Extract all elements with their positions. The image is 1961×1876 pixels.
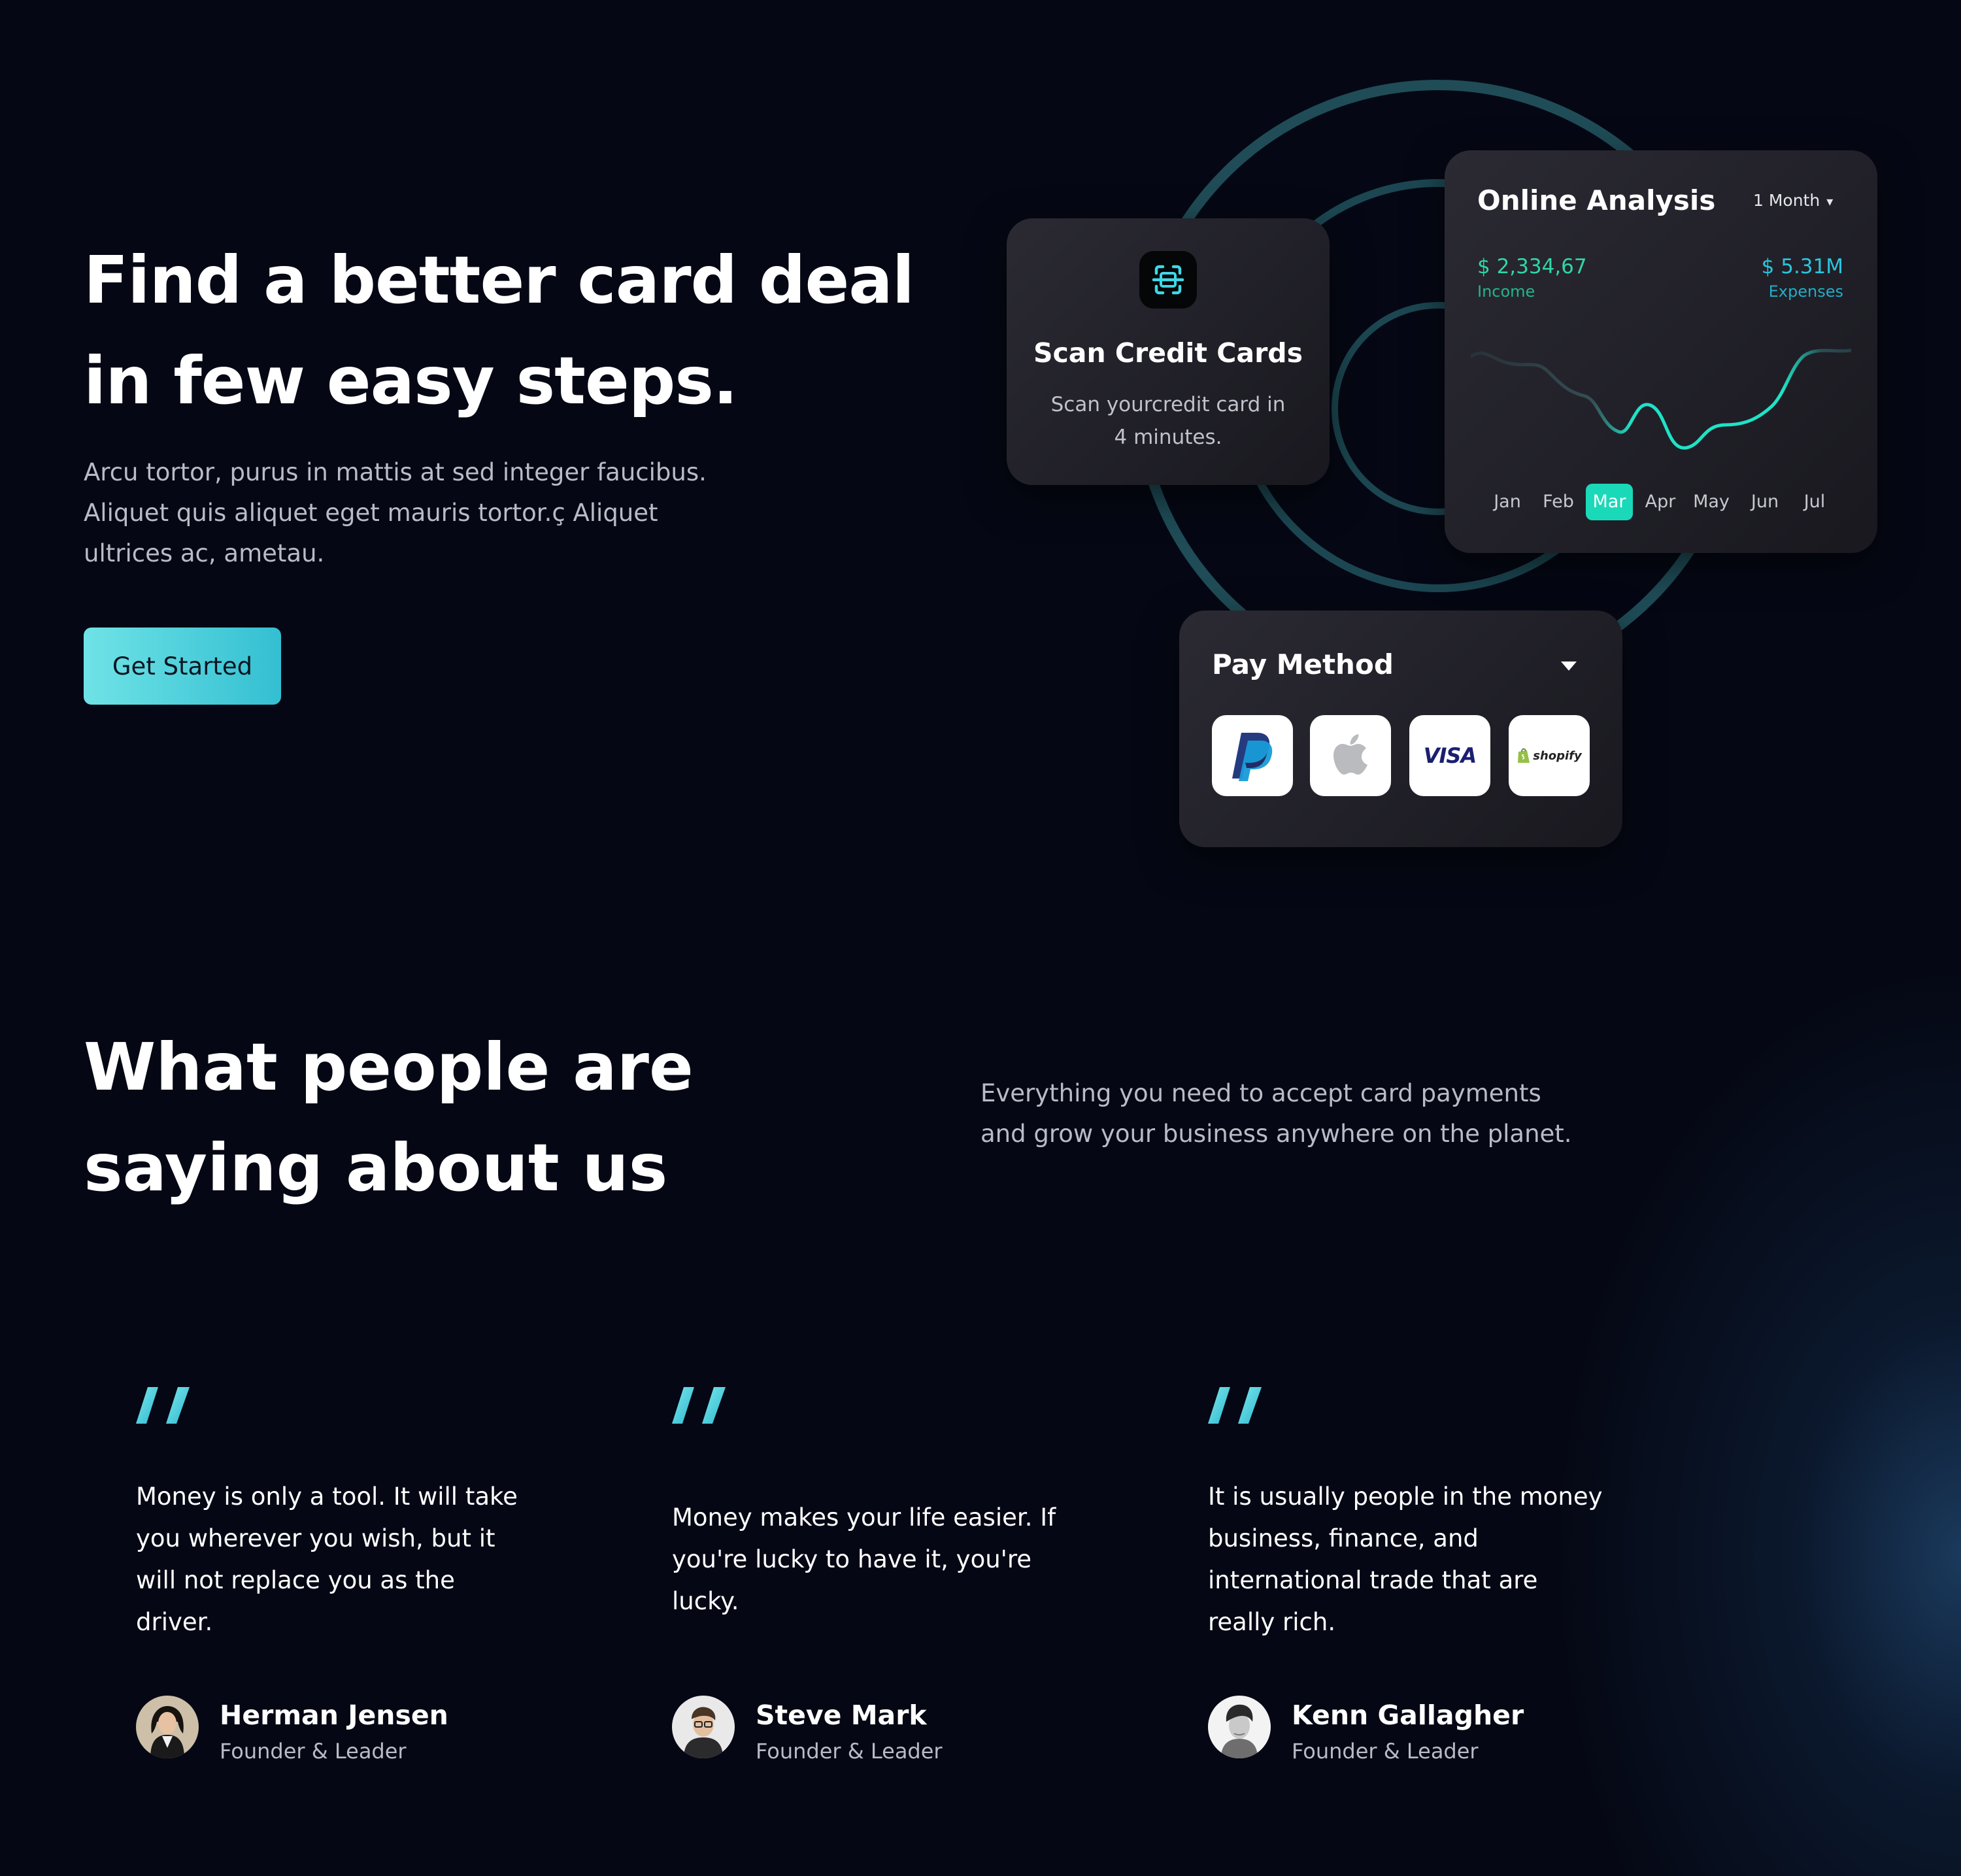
period-dropdown[interactable]: 1 Month ▾ (1753, 191, 1833, 210)
analysis-line-chart (1471, 348, 1851, 450)
testimonials-subtitle: Everything you need to accept card payme… (980, 1073, 1634, 1154)
testimonial-quote-2: Money makes your life easier. If you're … (672, 1497, 1077, 1622)
shopify-icon: shopify (1517, 747, 1582, 764)
quote-1-line-1: Money is only a tool. It will take (136, 1482, 518, 1511)
avatar-image-herman (136, 1696, 199, 1758)
month-mar[interactable]: Mar (1586, 484, 1633, 520)
paypal-icon (1232, 733, 1273, 781)
testimonials-title-line-2: saying about us (84, 1130, 668, 1206)
online-analysis-card: Online Analysis 1 Month ▾ $ 2,334,67 Inco… (1445, 150, 1877, 553)
analysis-line (1471, 348, 1851, 450)
scan-credit-cards-card: Scan Credit Cards Scan yourcredit card i… (1007, 218, 1330, 485)
shopify-wordmark: shopify (1533, 748, 1582, 763)
quote-3-line-1: It is usually people in the money (1208, 1482, 1603, 1511)
testimonials-title-line-1: What people are (84, 1029, 694, 1105)
pay-method-title: Pay Method (1212, 648, 1394, 680)
pay-method-dropdown-icon[interactable] (1561, 662, 1577, 671)
month-jan[interactable]: Jan (1484, 484, 1531, 520)
quote-icon (136, 1387, 190, 1424)
testimonial-quote-1: Money is only a tool. It will take you w… (136, 1476, 541, 1643)
hero-description-line-3: ultrices ac, ametau. (84, 539, 325, 567)
period-label: 1 Month (1753, 191, 1820, 210)
author-name-3[interactable]: Kenn Gallagher (1292, 1700, 1524, 1731)
avatar[interactable] (136, 1696, 199, 1758)
month-selector: Jan Feb Mar Apr May Jun Jul (1484, 484, 1850, 520)
month-apr[interactable]: Apr (1637, 484, 1684, 520)
quote-2-line-1: Money makes your life easier. If (672, 1503, 1056, 1532)
income-label: Income (1477, 282, 1535, 301)
month-feb[interactable]: Feb (1535, 484, 1582, 520)
author-role-2: Founder & Leader (756, 1739, 943, 1764)
analysis-title: Online Analysis (1477, 184, 1716, 216)
hero-description: Arcu tortor, purus in mattis at sed inte… (84, 452, 737, 574)
testimonial-quote-3: It is usually people in the money busine… (1208, 1476, 1613, 1643)
quote-icon (672, 1387, 726, 1424)
quote-3-line-2: business, finance, and (1208, 1524, 1479, 1552)
shopify-bag-icon (1518, 748, 1530, 763)
page: Find a better card deal in few easy step… (0, 0, 1961, 1876)
author-role-3: Founder & Leader (1292, 1739, 1479, 1764)
visa-icon: VISA (1423, 743, 1477, 768)
scan-card-subtitle-line-1: Scan yourcredit card in (1050, 393, 1286, 416)
scan-icon (1139, 251, 1197, 309)
month-jul[interactable]: Jul (1791, 484, 1838, 520)
avatar[interactable] (1208, 1696, 1271, 1758)
get-started-button[interactable]: Get Started (84, 628, 281, 705)
month-jun[interactable]: Jun (1741, 484, 1788, 520)
hero-title-line-2: in few easy steps. (84, 343, 738, 419)
author-name-2[interactable]: Steve Mark (756, 1700, 927, 1731)
hero-title: Find a better card deal in few easy step… (84, 230, 933, 431)
scan-card-subtitle-line-2: 4 minutes. (1114, 426, 1222, 449)
hero-description-line-1: Arcu tortor, purus in mattis at sed inte… (84, 458, 707, 486)
chevron-down-icon: ▾ (1826, 193, 1834, 209)
apple-icon (1333, 734, 1367, 775)
hero-title-line-1: Find a better card deal (84, 242, 914, 318)
author-role-1: Founder & Leader (220, 1739, 407, 1764)
avatar[interactable] (672, 1696, 735, 1758)
avatar-image-kenn (1208, 1696, 1271, 1758)
expenses-label: Expenses (1768, 282, 1843, 301)
visa-button[interactable]: VISA (1409, 715, 1490, 796)
avatar-image-steve (672, 1696, 735, 1758)
quote-3-line-3: international trade that are (1208, 1566, 1538, 1594)
hero-description-line-2: Aliquet quis aliquet eget mauris tortor.… (84, 499, 658, 527)
testimonials-title: What people are saying about us (84, 1017, 868, 1218)
quote-1-line-4: driver. (136, 1608, 213, 1636)
scan-card-title: Scan Credit Cards (1033, 337, 1303, 369)
paypal-button[interactable] (1212, 715, 1293, 796)
quote-1-line-3: will not replace you as the (136, 1566, 455, 1594)
quote-2-line-2: you're lucky to have it, you're (672, 1545, 1031, 1573)
quote-2-line-3: lucky. (672, 1587, 739, 1615)
shopify-button[interactable]: shopify (1509, 715, 1590, 796)
income-value: $ 2,334,67 (1477, 255, 1587, 278)
scan-card-subtitle: Scan yourcredit card in 4 minutes. (1033, 388, 1303, 454)
testimonials-subtitle-line-1: Everything you need to accept card payme… (980, 1079, 1541, 1107)
month-may[interactable]: May (1688, 484, 1735, 520)
quote-3-line-4: really rich. (1208, 1608, 1336, 1636)
quote-icon (1208, 1387, 1262, 1424)
quote-1-line-2: you wherever you wish, but it (136, 1524, 495, 1552)
apple-pay-button[interactable] (1310, 715, 1391, 796)
expenses-value: $ 5.31M (1761, 255, 1843, 278)
author-name-1[interactable]: Herman Jensen (220, 1700, 448, 1731)
pay-method-card: Pay Method VISA shopify (1179, 611, 1622, 847)
testimonials-subtitle-line-2: and grow your business anywhere on the p… (980, 1120, 1572, 1148)
